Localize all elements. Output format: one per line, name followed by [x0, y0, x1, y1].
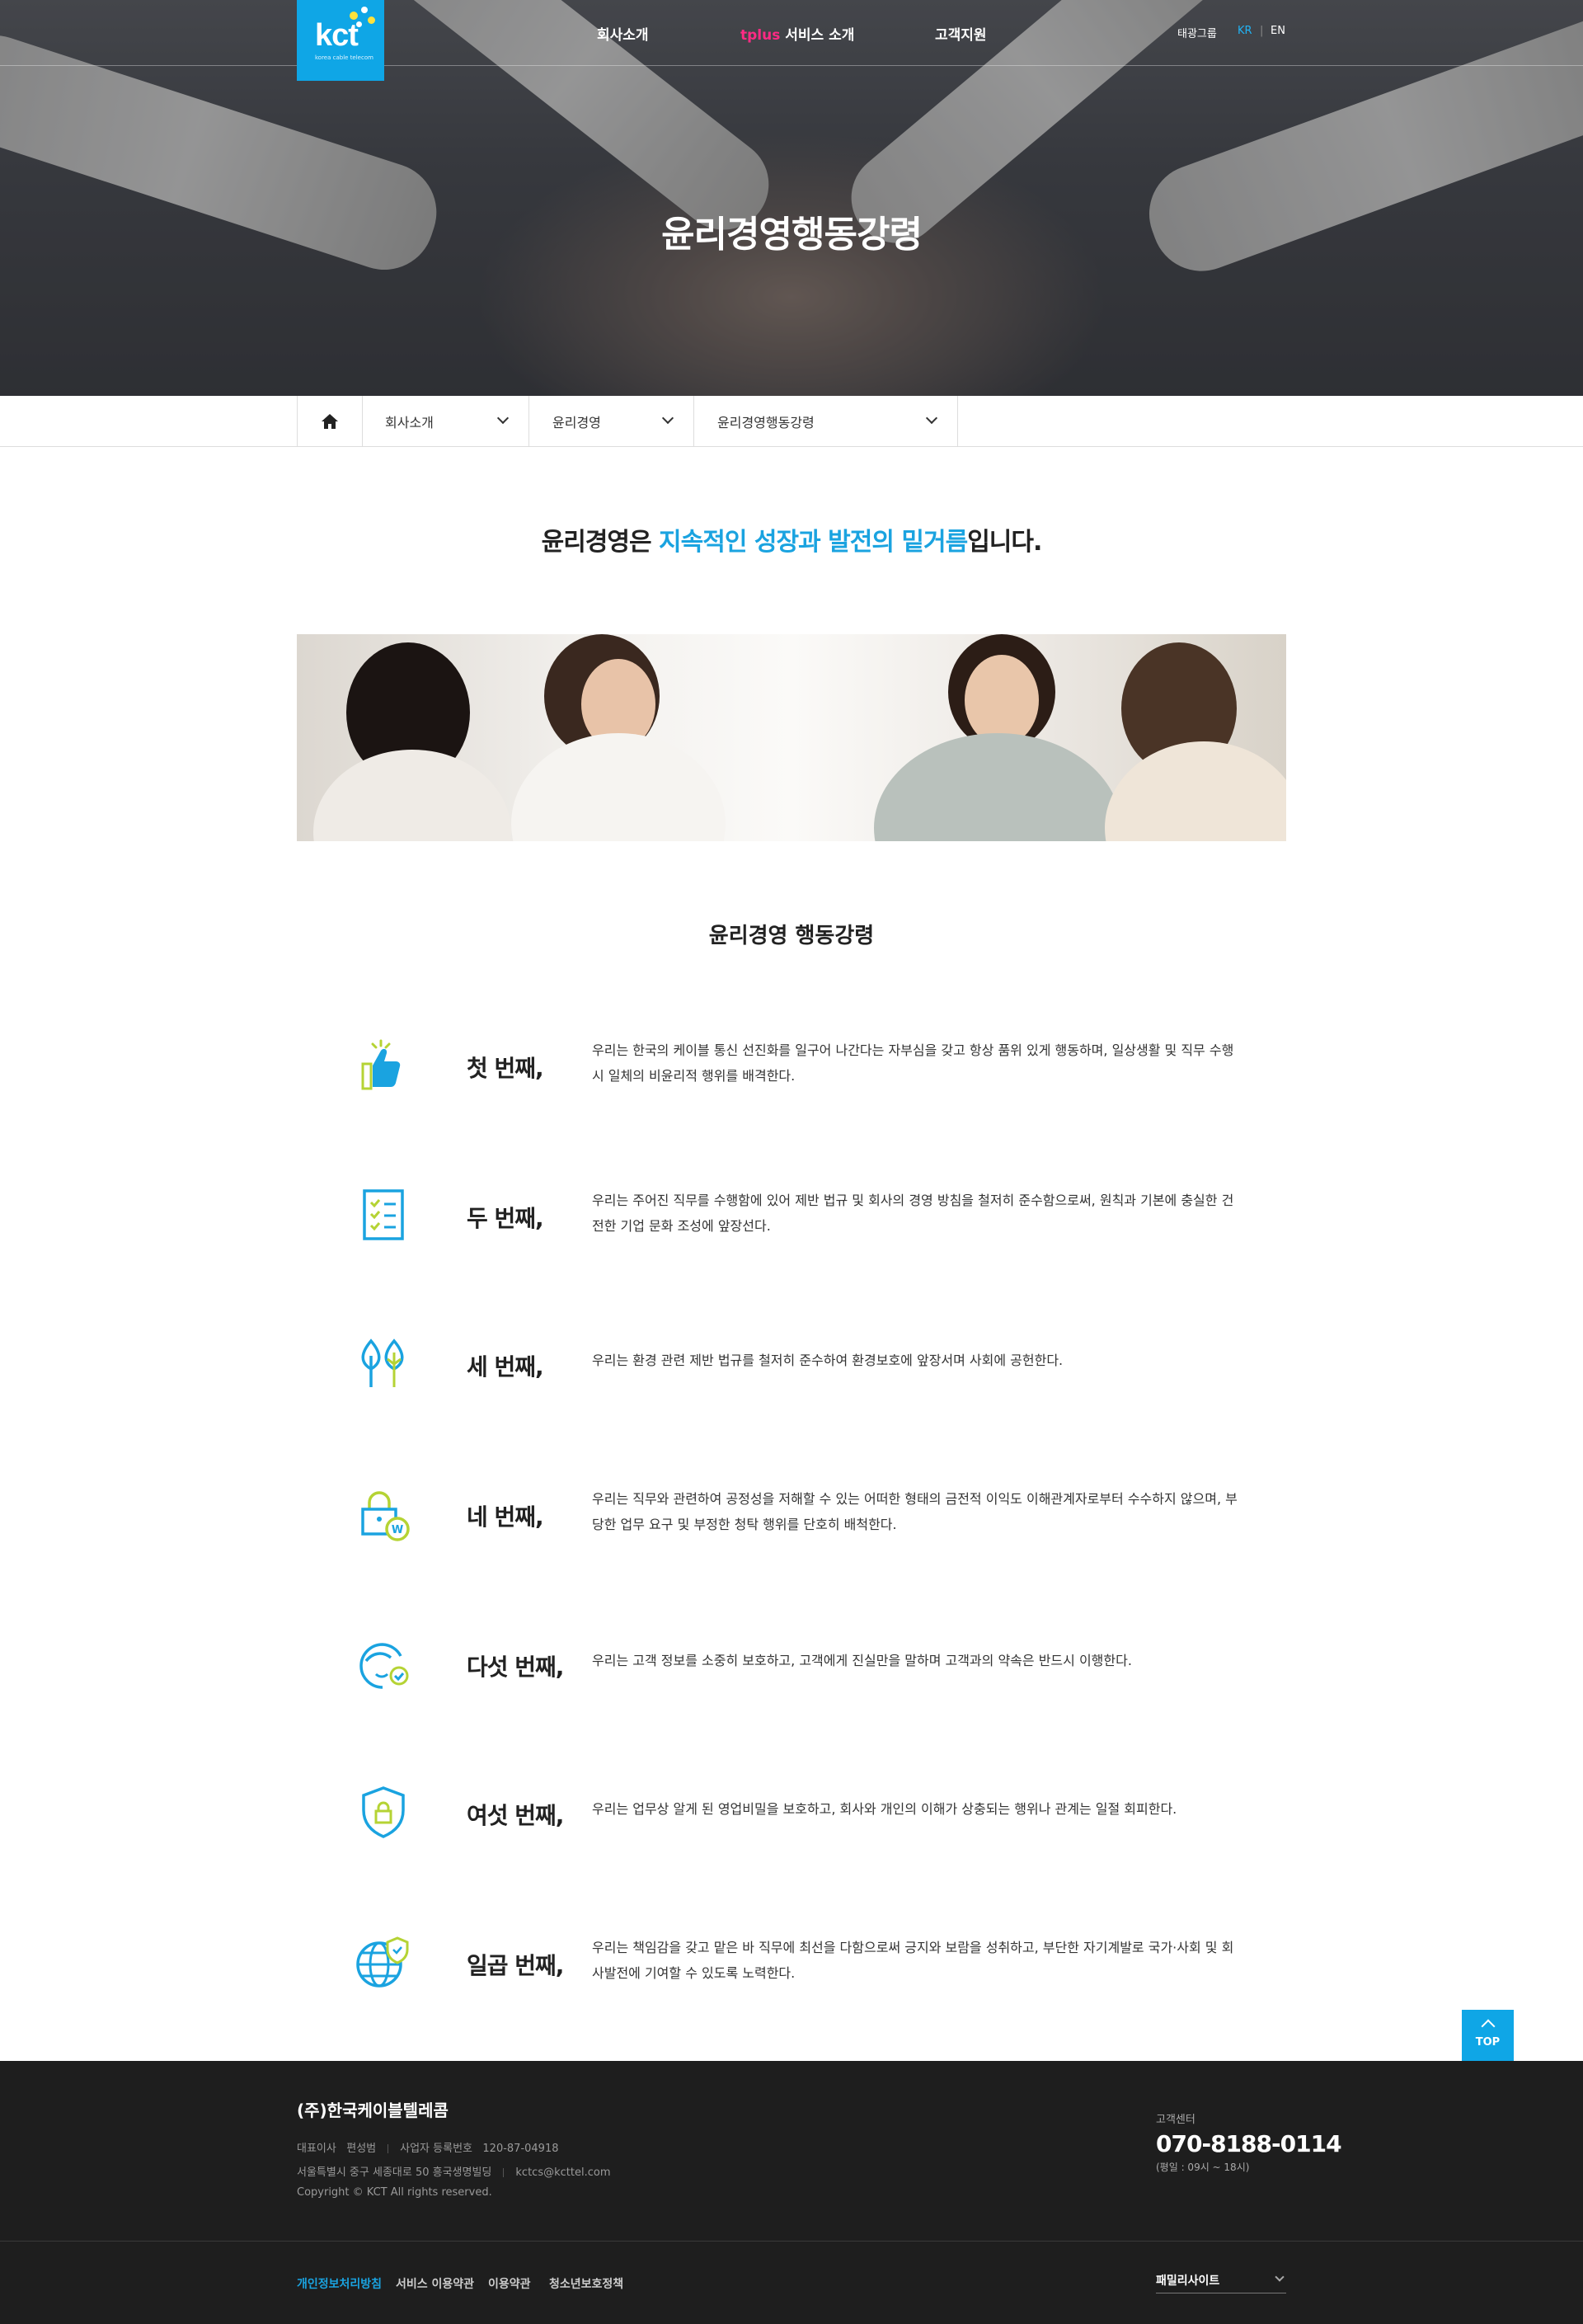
service-terms-link[interactable]: 서비스 이용약관	[396, 2275, 474, 2292]
footer-info-line1: 대표이사 편성범 사업자 등록번호 120-87-04918	[297, 2139, 559, 2155]
logo-subtext: korea cable telecom	[315, 54, 373, 61]
checklist-icon	[363, 1189, 404, 1240]
intro-highlight: 지속적인 성장과 발전의 밑거름	[659, 528, 968, 557]
lang-kr[interactable]: KR	[1238, 25, 1252, 37]
intro-heading: 윤리경영은 지속적인 성장과 발전의 밑거름입니다.	[0, 521, 1583, 557]
footer-ceo: 편성범	[346, 2143, 377, 2155]
code-item: 두 번째, 우리는 주어진 직무를 수행함에 있어 제반 법규 및 회사의 경영…	[297, 1188, 1286, 1287]
code-text: 우리는 환경 관련 제반 법규를 철저히 준수하여 환경보호에 앞장서며 사회에…	[592, 1353, 1064, 1368]
taekwang-group-link[interactable]: 태광그룹	[1177, 25, 1217, 40]
code-text: 우리는 주어진 직무를 수행함에 있어 제반 법규 및 회사의 경영 방침을 철…	[592, 1193, 1234, 1234]
code-ordinal: 여섯 번째,	[467, 1802, 564, 1829]
terms-link[interactable]: 이용약관	[488, 2275, 531, 2292]
chevron-down-icon	[496, 412, 510, 425]
scroll-top-label: TOP	[1475, 2036, 1501, 2049]
code-ordinal: 네 번째,	[467, 1503, 544, 1531]
breadcrumb-depth1-label: 회사소개	[385, 414, 434, 430]
code-item: 세 번째, 우리는 환경 관련 제반 법규를 철저히 준수하여 환경보호에 앞장…	[297, 1336, 1286, 1435]
nav-tplus-service[interactable]: tplus 서비스 소개	[740, 23, 854, 44]
footer-biz-label: 사업자 등록번호	[400, 2143, 472, 2155]
globe-shield-icon	[356, 1936, 409, 1988]
nav-customer-support[interactable]: 고객지원	[935, 23, 987, 44]
home-icon	[322, 413, 338, 429]
customer-center-phone: 070-8188-0114	[1156, 2130, 1342, 2157]
scroll-top-button[interactable]: TOP	[1462, 2010, 1514, 2062]
lang-en[interactable]: EN	[1271, 25, 1285, 37]
breadcrumb-depth3-label: 윤리경영행동강령	[717, 414, 815, 430]
code-text: 우리는 한국의 케이블 통신 선진화를 일구어 나간다는 자부심을 갖고 항상 …	[592, 1042, 1234, 1084]
hero-banner: kct korea cable telecom 회사소개 tplus 서비스 소…	[0, 0, 1583, 396]
footer-info-line2: 서울특별시 중구 세종대로 50 흥국생명빌딩 kctcs@kcttel.com	[297, 2163, 610, 2179]
trees-icon	[361, 1338, 404, 1387]
code-ordinal: 세 번째,	[467, 1353, 544, 1381]
site-header: kct korea cable telecom 회사소개 tplus 서비스 소…	[0, 0, 1583, 81]
footer-copyright: Copyright © KCT All rights reserved.	[297, 2186, 492, 2199]
svg-text:W: W	[392, 1524, 403, 1536]
code-text: 우리는 고객 정보를 소중히 보호하고, 고객에게 진실만을 말하며 고객과의 …	[592, 1653, 1132, 1668]
breadcrumb-depth1[interactable]: 회사소개	[363, 396, 529, 446]
code-ordinal: 일곱 번째,	[467, 1952, 564, 1979]
kct-logo[interactable]: kct korea cable telecom	[297, 0, 384, 81]
section-title: 윤리경영 행동강령	[708, 924, 875, 948]
nav-tplus-label: 서비스 소개	[780, 27, 855, 44]
nav-company[interactable]: 회사소개	[597, 23, 649, 44]
lock-won-icon: W	[361, 1491, 410, 1541]
family-site-select[interactable]: 패밀리사이트	[1156, 2264, 1286, 2293]
chevron-down-icon	[925, 412, 938, 425]
code-item: 일곱 번째, 우리는 책임감을 갖고 맡은 바 직무에 최선을 다함으로써 긍지…	[297, 1935, 1286, 2034]
customer-center-label: 고객센터	[1156, 2114, 1195, 2126]
code-item: 여섯 번째, 우리는 업무상 알게 된 영업비밀을 보호하고, 회사와 개인의 …	[297, 1785, 1286, 1884]
divider	[503, 2168, 505, 2177]
youth-protection-link[interactable]: 청소년보호정책	[549, 2275, 623, 2292]
breadcrumb-depth2[interactable]: 윤리경영	[529, 396, 694, 446]
intro-post: 입니다.	[967, 528, 1042, 557]
lang-divider: |	[1260, 25, 1264, 37]
thumbs-up-icon	[361, 1039, 401, 1090]
code-item: 첫 번째, 우리는 한국의 케이블 통신 선진화를 일구어 나간다는 자부심을 …	[297, 1037, 1286, 1136]
intro-pre: 윤리경영은	[541, 528, 660, 557]
code-ordinal: 다섯 번째,	[467, 1654, 564, 1681]
code-text: 우리는 책임감을 갖고 맡은 바 직무에 최선을 다함으로써 긍지와 보람을 성…	[592, 1940, 1234, 1981]
ethics-meeting-photo	[297, 634, 1286, 841]
privacy-policy-link[interactable]: 개인정보처리방침	[297, 2275, 382, 2292]
code-item: W 네 번째, 우리는 직무와 관련하여 공정성을 저해할 수 있는 어떠한 형…	[297, 1486, 1286, 1585]
code-ordinal: 두 번째,	[467, 1205, 544, 1232]
chevron-down-icon	[661, 412, 674, 425]
site-footer: (주)한국케이블텔레콤 대표이사 편성범 사업자 등록번호 120-87-0491…	[0, 2061, 1583, 2324]
customer-check-icon	[359, 1643, 409, 1689]
shield-lock-icon	[362, 1786, 405, 1838]
footer-address: 서울특별시 중구 세종대로 50 흥국생명빌딩	[297, 2166, 492, 2179]
code-text: 우리는 직무와 관련하여 공정성을 저해할 수 있는 어떠한 형태의 금전적 이…	[592, 1491, 1238, 1532]
logo-text: kct	[315, 18, 359, 53]
code-item: 다섯 번째, 우리는 고객 정보를 소중히 보호하고, 고객에게 진실만을 말하…	[297, 1636, 1286, 1735]
breadcrumb-depth3[interactable]: 윤리경영행동강령	[694, 396, 958, 446]
footer-divider	[0, 2241, 1583, 2242]
customer-center-hours: (평일 : 09시 ~ 18시)	[1156, 2162, 1250, 2173]
code-ordinal: 첫 번째,	[467, 1055, 544, 1082]
footer-email: kctcs@kcttel.com	[515, 2166, 611, 2179]
footer-biz-no: 120-87-04918	[482, 2143, 559, 2155]
family-site-label: 패밀리사이트	[1156, 2275, 1220, 2288]
footer-ceo-label: 대표이사	[297, 2143, 336, 2155]
breadcrumb-depth2-label: 윤리경영	[552, 414, 601, 430]
breadcrumb-home[interactable]	[297, 396, 363, 446]
code-text: 우리는 업무상 알게 된 영업비밀을 보호하고, 회사와 개인의 이해가 상충되…	[592, 1801, 1177, 1817]
arrow-up-icon	[1481, 2019, 1495, 2034]
breadcrumb: 회사소개 윤리경영 윤리경영행동강령	[0, 396, 1583, 447]
tplus-brand: tplus	[740, 27, 781, 44]
footer-company-name: (주)한국케이블텔레콤	[297, 2101, 449, 2120]
chevron-down-icon	[1275, 2272, 1285, 2282]
hero-title: 윤리경영행동강령	[661, 214, 923, 256]
